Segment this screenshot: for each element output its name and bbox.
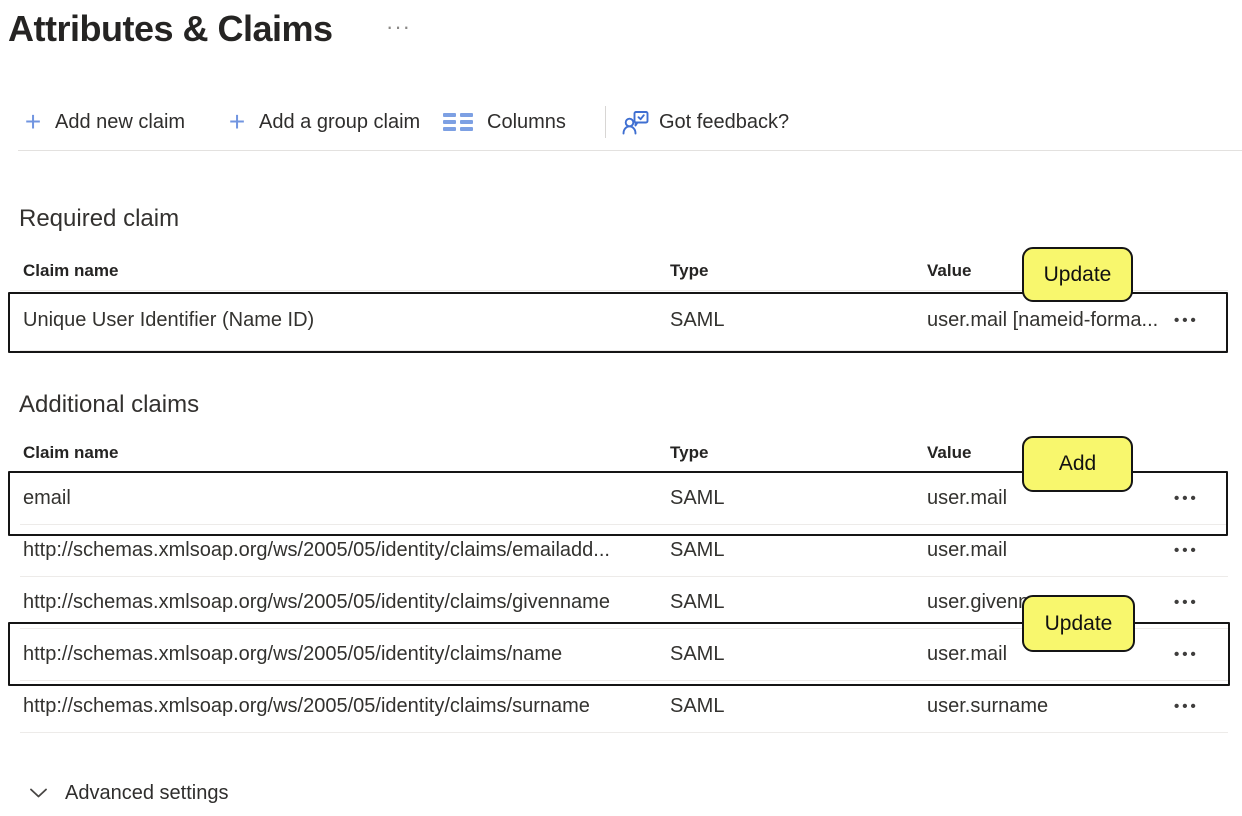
claim-name-cell: http://schemas.xmlsoap.org/ws/2005/05/id…: [23, 643, 563, 665]
additional-claims-heading: Additional claims: [19, 391, 200, 418]
claim-value-cell: user.mail [nameid-forma...: [927, 309, 1159, 331]
got-feedback-button[interactable]: Got feedback?: [622, 102, 789, 142]
claim-name-cell: email: [23, 487, 71, 509]
add-new-claim-label: Add new claim: [55, 110, 186, 133]
more-menu-icon[interactable]: •••: [1172, 490, 1228, 507]
add-group-claim-label: Add a group claim: [259, 110, 421, 133]
claim-name-cell: http://schemas.xmlsoap.org/ws/2005/05/id…: [23, 695, 590, 717]
feedback-icon: [622, 109, 649, 136]
claim-type-cell: SAML: [670, 309, 725, 331]
advanced-settings-label: Advanced settings: [65, 781, 229, 804]
more-menu-icon[interactable]: •••: [1172, 542, 1228, 559]
claim-type-cell: SAML: [670, 487, 725, 509]
more-menu-icon[interactable]: •••: [1172, 312, 1228, 329]
got-feedback-label: Got feedback?: [659, 110, 790, 133]
claim-type-cell: SAML: [670, 539, 725, 561]
more-menu-icon[interactable]: •••: [1172, 698, 1228, 715]
columns-button[interactable]: Columns: [443, 102, 566, 142]
claim-type-cell: SAML: [670, 643, 725, 665]
command-bar-rule: [18, 150, 1242, 151]
annotation-note-update-required: Update: [1022, 247, 1133, 302]
advanced-settings-toggle[interactable]: Advanced settings: [30, 778, 228, 808]
command-bar: + Add new claim + Add a group claim Colu…: [0, 102, 1242, 142]
claim-type-cell: SAML: [670, 695, 725, 717]
page-title: Attributes & Claims: [8, 8, 333, 49]
claim-name-cell: http://schemas.xmlsoap.org/ws/2005/05/id…: [23, 591, 610, 613]
column-header-claim-name: Claim name: [23, 261, 119, 280]
claim-value-cell: user.mail: [927, 539, 1008, 561]
claim-name-cell: http://schemas.xmlsoap.org/ws/2005/05/id…: [23, 539, 610, 561]
table-row[interactable]: http://schemas.xmlsoap.org/ws/2005/05/id…: [20, 681, 1228, 733]
claim-type-cell: SAML: [670, 591, 725, 613]
add-group-claim-button[interactable]: + Add a group claim: [227, 102, 420, 142]
required-claim-heading: Required claim: [19, 205, 180, 232]
column-header-type: Type: [670, 443, 709, 462]
columns-icon: [443, 112, 473, 132]
more-options-icon[interactable]: ···: [386, 14, 411, 40]
chevron-down-icon: [30, 788, 47, 798]
annotation-note-update-name: Update: [1022, 595, 1135, 652]
more-menu-icon[interactable]: •••: [1172, 646, 1228, 663]
column-header-type: Type: [670, 261, 709, 280]
claim-name-cell: Unique User Identifier (Name ID): [23, 309, 315, 331]
toolbar-divider: [605, 106, 606, 138]
table-row[interactable]: http://schemas.xmlsoap.org/ws/2005/05/id…: [20, 525, 1228, 577]
plus-icon: +: [228, 106, 246, 137]
add-new-claim-button[interactable]: + Add new claim: [23, 102, 185, 142]
claim-value-cell: user.surname: [927, 695, 1049, 717]
plus-icon: +: [24, 106, 42, 137]
column-header-claim-name: Claim name: [23, 443, 119, 462]
more-menu-icon[interactable]: •••: [1172, 594, 1228, 611]
annotation-note-add-email: Add: [1022, 436, 1133, 492]
columns-label: Columns: [487, 110, 566, 133]
